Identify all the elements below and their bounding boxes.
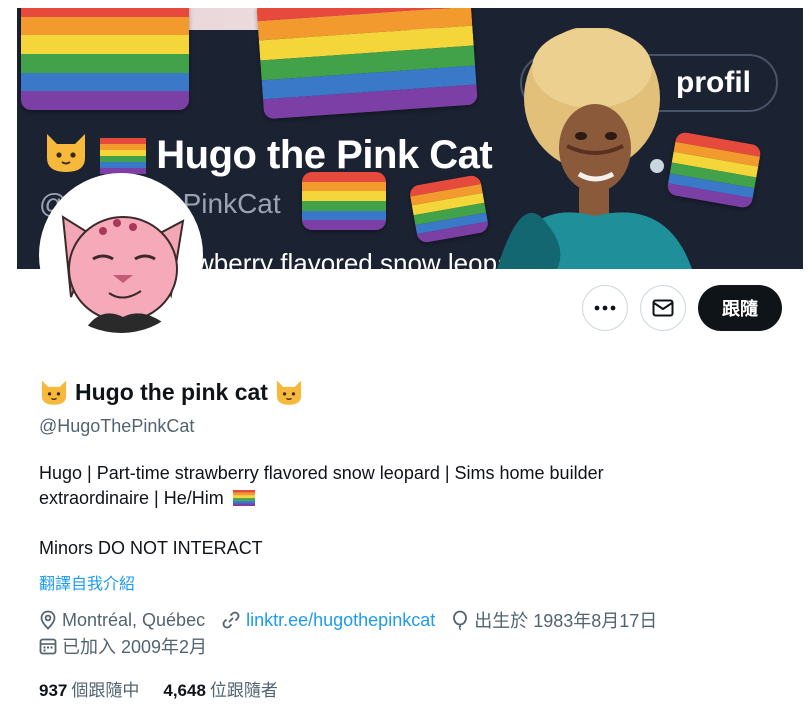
birthday-text: 出生於 1983年8月17日 xyxy=(474,611,658,631)
banner-figure xyxy=(497,28,692,269)
followers-link[interactable]: 4,648 位跟隨者 xyxy=(163,676,278,701)
rainbow-flag-icon xyxy=(232,490,255,506)
more-button[interactable] xyxy=(582,285,628,331)
follow-stats: 937 個跟隨中 4,648 位跟隨者 xyxy=(39,676,302,701)
birthday-icon xyxy=(453,610,468,630)
translate-bio-link[interactable]: 翻譯自我介紹 xyxy=(39,570,135,594)
following-link[interactable]: 937 個跟隨中 xyxy=(39,676,139,701)
link-icon xyxy=(222,611,240,629)
profile-meta-joined: 已加入 2009年2月 xyxy=(39,633,223,659)
rainbow-flag-icon xyxy=(21,8,189,110)
joined-text: 已加入 2009年2月 xyxy=(62,637,208,657)
follow-button[interactable]: 跟隨 xyxy=(698,285,782,331)
bio-line: Minors DO NOT INTERACT xyxy=(39,538,263,558)
website[interactable]: linktr.ee/hugothepinkcat xyxy=(221,610,435,631)
profile-meta: Montréal, Québec linktr.ee/hugothepinkca… xyxy=(39,607,673,633)
cat-emoji-icon xyxy=(276,380,302,405)
followers-count: 4,648 xyxy=(163,681,206,700)
bio-line: Hugo | Part-time strawberry flavored sno… xyxy=(39,463,604,483)
banner-name-text: Hugo the Pink Cat xyxy=(156,133,493,177)
message-button[interactable] xyxy=(640,285,686,331)
joined: 已加入 2009年2月 xyxy=(39,633,207,659)
following-label: 個跟隨中 xyxy=(71,681,140,700)
followers-label: 位跟隨者 xyxy=(209,681,278,700)
mail-icon xyxy=(652,299,674,317)
bio-line: extraordinaire | He/Him xyxy=(39,486,759,511)
location-icon xyxy=(40,610,56,630)
location-text: Montréal, Québec xyxy=(62,609,206,630)
following-count: 937 xyxy=(39,681,68,700)
calendar-icon xyxy=(39,638,57,655)
more-icon xyxy=(594,305,616,311)
profile-page: Hugo the Pink Cat @HugoThePinkCat Part-t… xyxy=(17,0,803,711)
cat-emoji-icon xyxy=(43,130,89,184)
bio: Hugo | Part-time strawberry flavored sno… xyxy=(39,461,759,561)
cat-emoji-icon xyxy=(41,380,67,405)
user-handle: @HugoThePinkCat xyxy=(39,416,195,436)
website-link[interactable]: linktr.ee/hugothepinkcat xyxy=(246,610,435,631)
rainbow-flag-icon xyxy=(256,8,478,120)
location: Montréal, Québec xyxy=(39,610,205,631)
avatar[interactable] xyxy=(39,173,203,337)
birthday: 出生於 1983年8月17日 xyxy=(451,607,657,633)
page-title: Hugo the pink cat xyxy=(39,378,304,406)
display-name: Hugo the pink cat xyxy=(75,378,268,405)
bio-text: extraordinaire | He/Him xyxy=(39,488,224,508)
